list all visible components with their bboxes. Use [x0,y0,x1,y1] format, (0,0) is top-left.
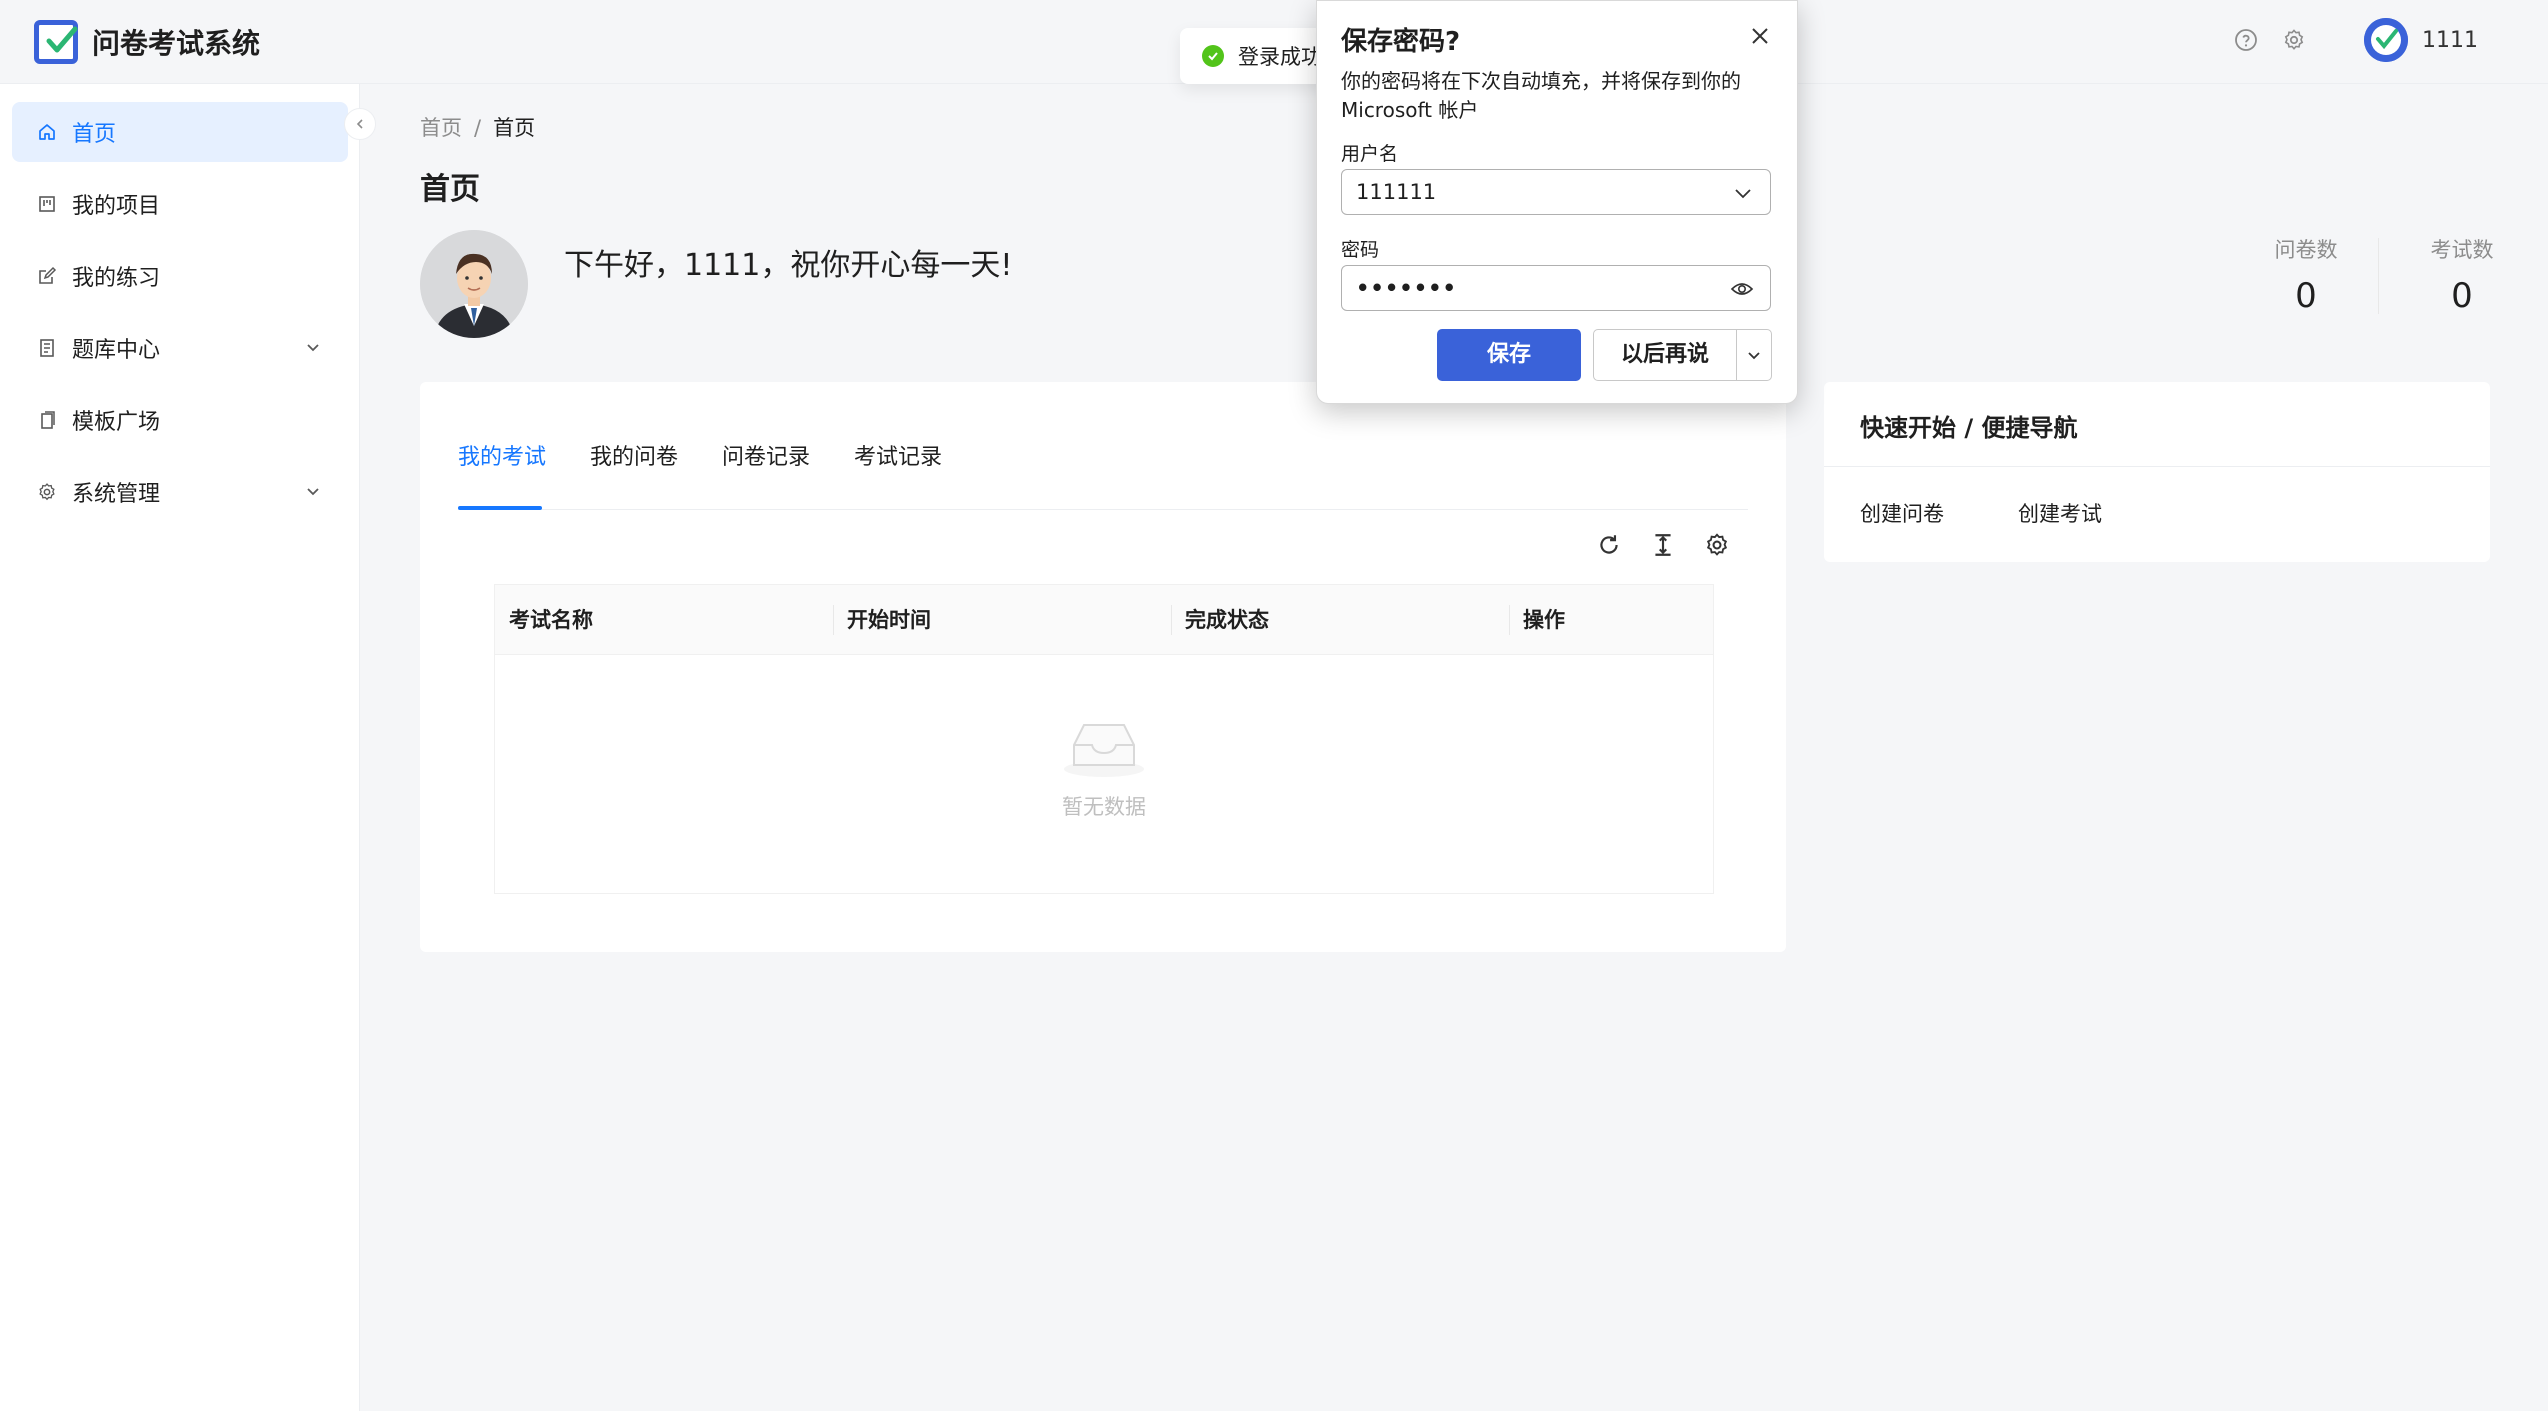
toast-text: 登录成功 [1238,45,1322,69]
header-username[interactable]: 1111 [2422,28,2478,53]
table-header: 考试名称 开始时间 完成状态 操作 [495,585,1713,655]
quick-nav-card: 快速开始 / 便捷导航 创建问卷 创建考试 [1824,382,2490,562]
dialog-title: 保存密码? [1341,27,1461,57]
sidebar-item-system[interactable]: 系统管理 [12,462,348,522]
stat-exams: 考试数 0 [2420,234,2504,316]
sidebar-item-label: 模板广场 [72,410,161,435]
project-icon [36,193,58,215]
empty-state: 暂无数据 [495,715,1713,821]
chevron-down-icon[interactable] [1732,182,1754,204]
column-header: 开始时间 [847,608,931,632]
dialog-description: 你的密码将在下次自动填充，并将保存到你的 Microsoft 帐户 [1341,69,1741,122]
sidebar-item-home[interactable]: 首页 [12,102,348,162]
sidebar-item-label: 我的项目 [72,194,161,219]
tab-my-questionnaires[interactable]: 我的问卷 [590,440,678,510]
copy-icon [36,409,58,431]
stat-label: 考试数 [2430,238,2494,262]
inbox-icon [1064,724,1144,777]
chevron-left-icon [356,119,363,129]
column-header: 完成状态 [1185,608,1269,632]
password-label: 密码 [1341,239,1380,261]
page-title: 首页 [420,172,480,207]
save-password-dialog: 保存密码? 你的密码将在下次自动填充，并将保存到你的 Microsoft 帐户 … [1316,0,1798,404]
sidebar-item-projects[interactable]: 我的项目 [12,174,348,234]
sidebar-item-question-bank[interactable]: 题库中心 [12,318,348,378]
gear-icon [36,481,58,503]
avatar[interactable] [2364,18,2408,62]
home-icon [36,121,58,143]
tab-exam-records[interactable]: 考试记录 [854,440,942,510]
divider [1824,466,2490,467]
quick-nav-title: 快速开始 / 便捷导航 [1860,414,2078,442]
sidebar-item-templates[interactable]: 模板广场 [12,390,348,450]
sidebar-item-label: 题库中心 [72,338,161,363]
eye-icon[interactable] [1730,278,1754,300]
stat-questionnaires: 问卷数 0 [2264,234,2348,316]
more-options-button[interactable] [1736,329,1772,381]
column-header: 考试名称 [509,608,593,632]
stat-value: 0 [2295,276,2317,316]
help-icon[interactable] [2232,26,2260,54]
refresh-icon[interactable] [1594,530,1624,560]
checkbox-logo-icon [34,20,78,64]
tab-active-indicator [458,506,542,510]
gear-icon[interactable] [2280,26,2308,54]
tabs: 我的考试 我的问卷 问卷记录 考试记录 [458,440,1748,510]
breadcrumb-separator: / [474,116,482,140]
password-field[interactable]: ••••••• [1341,265,1771,311]
user-avatar-illustration [420,230,528,338]
close-icon[interactable] [1747,23,1773,49]
check-circle-icon [1202,45,1224,67]
gear-icon[interactable] [1702,530,1732,560]
not-now-button[interactable]: 以后再说 [1593,329,1737,381]
sidebar-item-practice[interactable]: 我的练习 [12,246,348,306]
sidebar-item-label: 我的练习 [72,266,161,291]
column-height-icon[interactable] [1648,530,1678,560]
breadcrumb-current: 首页 [493,116,536,140]
save-password-button[interactable]: 保存 [1437,329,1581,381]
chevron-down-icon [307,488,319,496]
edit-icon [36,265,58,287]
sidebar-item-label: 首页 [72,122,117,147]
sidebar: 首页 我的项目 我的练习 题库中心 模板广场 系统管理 [0,84,360,1411]
create-questionnaire-link[interactable]: 创建问卷 [1860,498,1944,528]
app-logo[interactable]: 问卷考试系统 [34,20,260,64]
sidebar-collapse-button[interactable] [344,108,376,140]
greeting-text: 下午好，1111，祝你开心每一天! [564,248,1013,283]
stat-label: 问卷数 [2274,238,2338,262]
username-value: 111111 [1356,180,1437,204]
breadcrumb-root[interactable]: 首页 [420,116,462,140]
chevron-down-icon [307,344,319,352]
stat-value: 0 [2451,276,2473,316]
column-header: 操作 [1523,608,1565,632]
create-exam-link[interactable]: 创建考试 [2018,498,2102,528]
records-card: 我的考试 我的问卷 问卷记录 考试记录 考试名称 开始时间 完成状态 操作 暂无… [420,382,1786,952]
book-icon [36,337,58,359]
exams-table: 考试名称 开始时间 完成状态 操作 暂无数据 [494,584,1714,894]
sidebar-item-label: 系统管理 [72,482,161,507]
table-toolbar [1570,530,1732,560]
empty-text: 暂无数据 [1062,795,1146,819]
app-title: 问卷考试系统 [92,27,261,60]
password-value: ••••••• [1356,276,1457,300]
stat-divider [2378,238,2379,314]
chevron-down-icon [1748,352,1760,360]
username-label: 用户名 [1341,143,1399,165]
username-field[interactable]: 111111 [1341,169,1771,215]
tab-my-exams[interactable]: 我的考试 [458,440,546,510]
tab-questionnaire-records[interactable]: 问卷记录 [722,440,810,510]
breadcrumb: 首页 / 首页 [420,112,535,142]
